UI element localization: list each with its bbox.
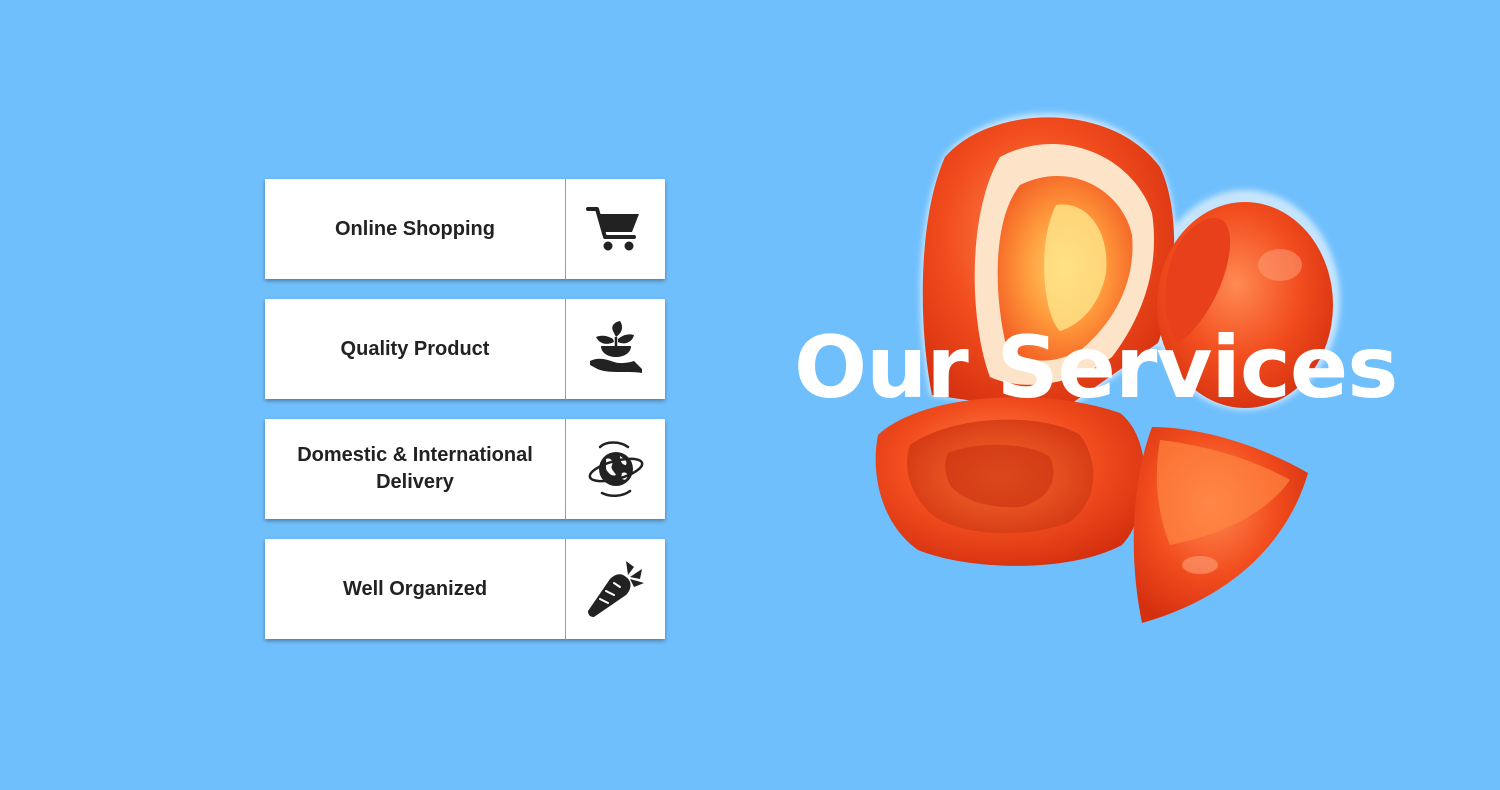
service-label: Quality Product <box>340 337 490 360</box>
hand-plant-icon <box>589 321 642 373</box>
carrot-icon <box>587 561 644 617</box>
service-icon-cell <box>565 539 665 639</box>
service-card-quality-product[interactable]: Quality Product <box>265 299 665 399</box>
services-list: Online Shopping Quality Product Domestic <box>265 179 665 659</box>
section-title: Our Services <box>794 318 1398 418</box>
service-label: Online Shopping <box>335 217 495 240</box>
globe-orbit-icon <box>588 441 643 497</box>
service-icon-cell <box>565 179 665 279</box>
service-card-delivery[interactable]: Domestic & International Delivery <box>265 419 665 519</box>
service-label: Well Organized <box>342 577 488 600</box>
service-card-online-shopping[interactable]: Online Shopping <box>265 179 665 279</box>
service-card-well-organized[interactable]: Well Organized <box>265 539 665 639</box>
service-label: Domestic & International Delivery <box>297 444 533 493</box>
service-icon-cell <box>565 419 665 519</box>
service-icon-cell <box>565 299 665 399</box>
shopping-cart-icon <box>585 207 639 251</box>
